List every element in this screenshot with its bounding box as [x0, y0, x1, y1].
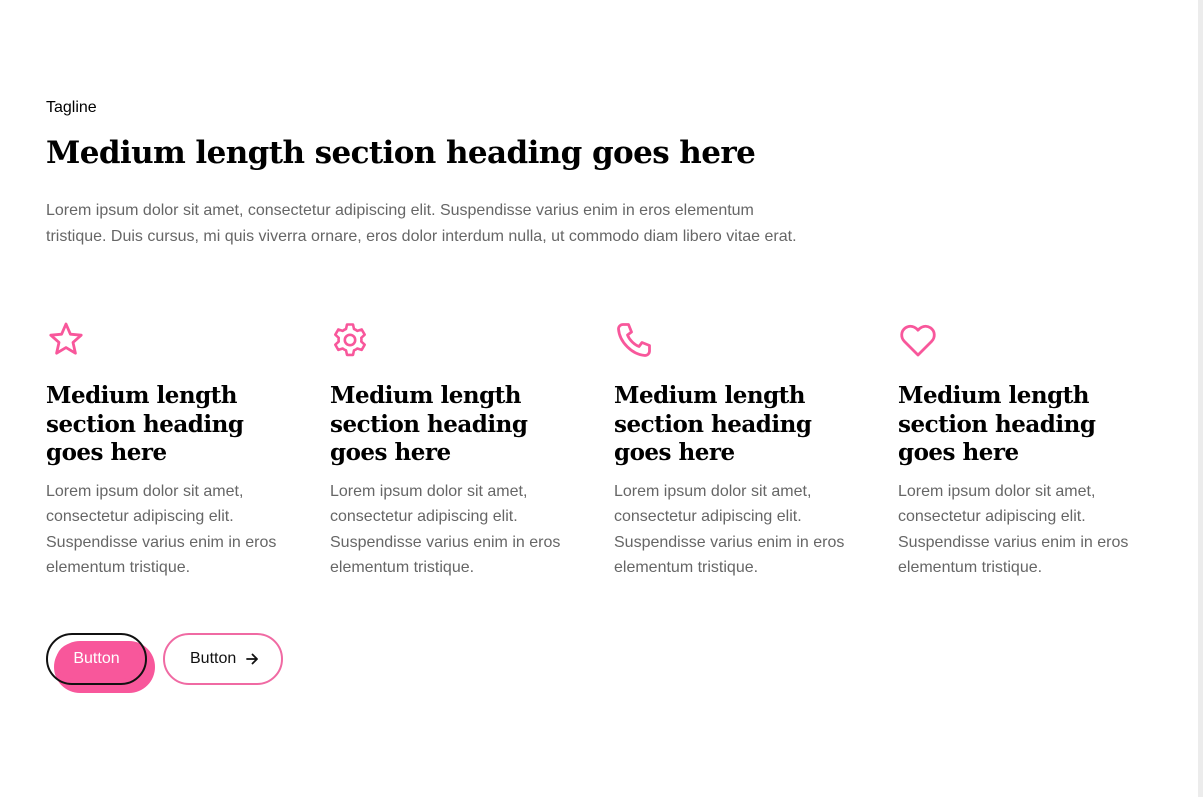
feature-item: Medium length section heading goes here … — [46, 320, 282, 581]
button-group: Button Button — [46, 632, 1156, 693]
feature-description: Lorem ipsum dolor sit amet, consectetur … — [614, 482, 845, 577]
feature-description: Lorem ipsum dolor sit amet, consectetur … — [330, 482, 561, 577]
gear-icon — [330, 320, 370, 360]
star-icon — [46, 320, 86, 360]
feature-heading: Medium length section heading goes here — [330, 382, 528, 466]
primary-button-label: Button — [73, 649, 120, 667]
secondary-button[interactable]: Button — [163, 632, 284, 685]
page: Tagline Medium length section heading go… — [0, 0, 1198, 797]
feature-description: Lorem ipsum dolor sit amet, consectetur … — [46, 482, 277, 577]
tagline: Tagline — [46, 99, 97, 116]
feature-heading: Medium length section heading goes here — [46, 382, 244, 466]
feature-item: Medium length section heading goes here … — [614, 320, 850, 581]
scrollbar-edge — [1198, 0, 1203, 797]
feature-item: Medium length section heading goes here … — [330, 320, 566, 581]
primary-button-wrapper: Button — [46, 632, 155, 693]
feature-list: Medium length section heading goes here … — [46, 320, 1156, 581]
heart-icon — [898, 320, 938, 360]
arrow-right-icon — [245, 652, 259, 666]
primary-button[interactable]: Button — [46, 632, 147, 685]
phone-icon — [614, 320, 654, 360]
secondary-button-label: Button — [190, 649, 237, 667]
feature-description: Lorem ipsum dolor sit amet, consectetur … — [898, 482, 1129, 577]
feature-heading: Medium length section heading goes here — [614, 382, 812, 466]
feature-item: Medium length section heading goes here … — [898, 320, 1134, 581]
feature-heading: Medium length section heading goes here — [898, 382, 1096, 466]
section-description: Lorem ipsum dolor sit amet, consectetur … — [46, 202, 797, 245]
section-heading: Medium length section heading goes here — [46, 135, 756, 171]
features-section: Tagline Medium length section heading go… — [46, 97, 1156, 693]
